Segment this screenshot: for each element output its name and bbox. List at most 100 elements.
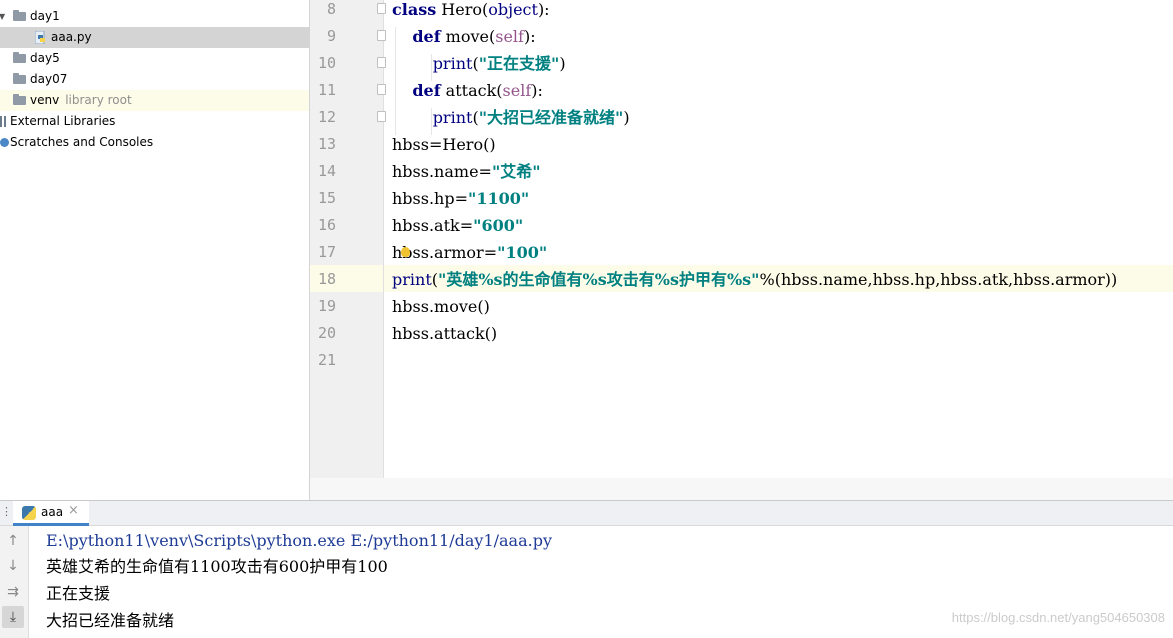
code-token: ) — [623, 108, 630, 127]
scroll-to-end-icon[interactable]: ⤓ — [2, 606, 24, 628]
fold-marker-icon[interactable] — [377, 3, 386, 14]
code-token: hbss.hp= — [392, 189, 469, 208]
close-tab-icon[interactable]: × — [68, 503, 79, 518]
code-line[interactable]: def move(self): — [392, 23, 536, 50]
fold-marker-icon[interactable] — [377, 84, 386, 95]
console-line: E:\python11\venv\Scripts\python.exe E:/p… — [46, 531, 552, 550]
code-token: ) — [559, 54, 566, 73]
code-line[interactable]: print("大招已经准备就绪") — [392, 104, 630, 131]
tree-item-label: day07 — [30, 72, 68, 86]
code-token: "英雄%s的生命值有%s攻击有%s护甲有%s" — [438, 270, 760, 289]
code-line[interactable]: hbss.atk="600" — [392, 212, 523, 239]
tree-item-day07[interactable]: day07 — [0, 69, 309, 90]
code-line[interactable]: print("正在支援") — [392, 50, 566, 77]
console-toolbar: ↑ ↓ ⇉ ⤓ — [0, 526, 29, 638]
tree-item-scratches[interactable]: Scratches and Consoles — [0, 132, 309, 153]
code-token: "大招已经准备就绪" — [478, 108, 624, 127]
folder-icon — [13, 94, 26, 105]
code-token: class — [392, 0, 437, 19]
line-number: 19 — [317, 297, 336, 315]
line-number: 10 — [317, 54, 336, 72]
console-line: 英雄艾希的生命值有1100攻击有600护甲有100 — [46, 557, 388, 576]
line-number: 12 — [317, 108, 336, 126]
tree-item-day1[interactable]: ▼ day1 — [0, 6, 309, 27]
tree-item-label: External Libraries — [10, 114, 116, 128]
folder-icon — [13, 52, 26, 63]
code-token: def — [412, 27, 441, 46]
code-token: "600" — [473, 216, 524, 235]
code-line[interactable]: hbss.armor="100" — [392, 239, 547, 266]
line-number: 16 — [317, 216, 336, 234]
down-arrow-icon[interactable]: ↓ — [2, 555, 24, 577]
tree-item-label: venv — [30, 93, 60, 107]
code-token: print — [432, 108, 473, 127]
code-token: Hero( — [436, 0, 489, 19]
line-number: 21 — [317, 351, 336, 369]
code-token: hbss.attack() — [392, 324, 498, 343]
code-token: hbss.name= — [392, 162, 492, 181]
tree-item-external-libraries[interactable]: External Libraries — [0, 111, 309, 132]
code-line[interactable]: hbss.hp="1100" — [392, 185, 529, 212]
code-line[interactable]: hbss.attack() — [392, 320, 497, 347]
line-number: 9 — [326, 27, 336, 45]
python-icon — [22, 506, 36, 520]
code-token: "艾希" — [491, 162, 541, 181]
code-line[interactable]: class Hero(object): — [392, 0, 550, 23]
line-number: 15 — [317, 189, 336, 207]
tree-item-day5[interactable]: day5 — [0, 48, 309, 69]
code-token: ): — [531, 81, 543, 100]
fold-marker-icon[interactable] — [377, 111, 386, 122]
code-token: ): — [537, 0, 550, 19]
python-file-icon — [35, 31, 45, 44]
code-token: attack( — [440, 81, 503, 100]
code-token: print — [432, 54, 473, 73]
tree-item-label: Scratches and Consoles — [10, 135, 154, 149]
soft-wrap-icon[interactable]: ⇉ — [2, 581, 24, 603]
intention-bulb-icon[interactable] — [401, 247, 410, 257]
console-line: 正在支援 — [46, 584, 111, 603]
run-tab-label[interactable]: aaa — [41, 505, 63, 519]
code-line[interactable]: hbss=Hero() — [392, 131, 496, 158]
code-token: hbss.atk= — [392, 216, 474, 235]
tool-window-menu-icon[interactable]: ⋮ — [1, 505, 12, 518]
tree-item-label: day5 — [30, 51, 60, 65]
code-token: "正在支援" — [478, 54, 560, 73]
run-tool-window-header — [0, 500, 1173, 526]
code-token: "1100" — [468, 189, 530, 208]
code-token: def — [412, 81, 441, 100]
libraries-icon — [0, 116, 6, 127]
line-number: 14 — [317, 162, 336, 180]
line-number: 8 — [326, 0, 336, 18]
code-line[interactable]: hbss.name="艾希" — [392, 158, 541, 185]
code-line[interactable]: hbss.move() — [392, 293, 490, 320]
code-token: self — [502, 81, 532, 100]
line-number: 11 — [317, 81, 336, 99]
code-token: %(hbss.name,hbss.hp,hbss.atk,hbss.armor)… — [759, 270, 1118, 289]
code-token: "100" — [497, 243, 548, 262]
code-token: object — [488, 0, 538, 19]
console-line: 大招已经准备就绪 — [46, 611, 175, 630]
tree-item-venv-text: venv library root — [30, 90, 132, 111]
horizontal-scrollbar[interactable] — [310, 478, 1173, 500]
project-tree-panel: ▼ day1 aaa.py day5 day07 venv library roo… — [0, 0, 310, 500]
code-token: ): — [523, 27, 536, 46]
fold-marker-icon[interactable] — [377, 30, 386, 41]
tree-item-aaa-py[interactable]: aaa.py — [0, 27, 309, 48]
line-number: 20 — [317, 324, 336, 342]
code-line[interactable]: print("英雄%s的生命值有%s攻击有%s护甲有%s"%(hbss.name… — [392, 266, 1117, 293]
code-line[interactable]: def attack(self): — [392, 77, 543, 104]
tree-item-venv[interactable]: venv library root — [0, 90, 309, 111]
watermark: https://blog.csdn.net/yang504650308 — [951, 610, 1165, 625]
scratches-icon — [0, 138, 9, 147]
line-number: 18 — [317, 270, 336, 288]
tree-item-label: day1 — [30, 9, 60, 23]
folder-icon — [13, 73, 26, 84]
up-arrow-icon[interactable]: ↑ — [2, 530, 24, 552]
code-token: move( — [440, 27, 496, 46]
line-number: 13 — [317, 135, 336, 153]
fold-marker-icon[interactable] — [377, 57, 386, 68]
expand-arrow-icon[interactable]: ▼ — [0, 6, 5, 27]
